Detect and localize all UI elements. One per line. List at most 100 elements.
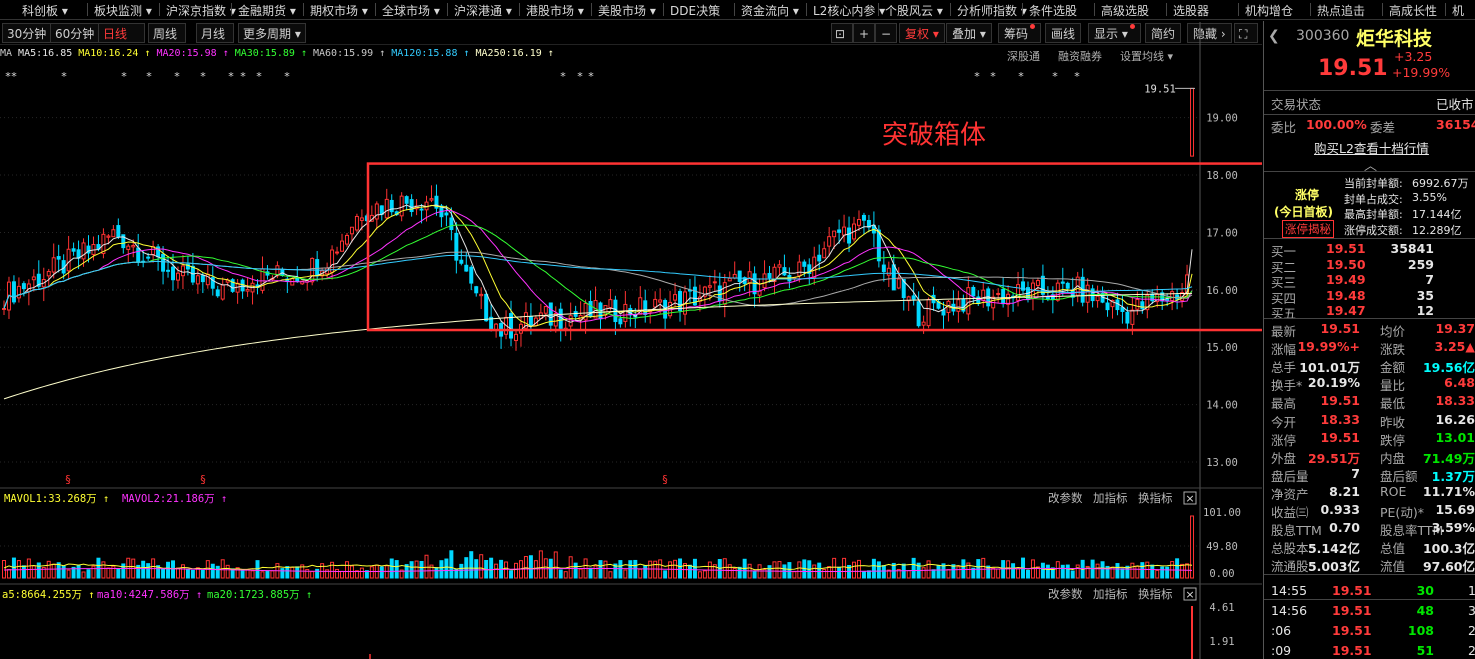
nav-item-19[interactable]: 高成长性 (1389, 2, 1437, 19)
candle-body (484, 293, 489, 322)
nav-item-20[interactable]: 机 (1452, 2, 1464, 19)
ma-label-1: MA5:16.85 (18, 48, 73, 59)
volume-bar (1160, 566, 1165, 579)
volume-bar (424, 554, 429, 579)
l2-link[interactable]: 购买L2查看十档行情 (1264, 138, 1475, 156)
volume-bar (171, 560, 175, 579)
star-marker: * (560, 70, 566, 83)
stat-row-2: 总手 101.01万 金额 19.56亿 (1271, 360, 1475, 376)
volume-bar (643, 565, 648, 579)
volume-bar (692, 558, 697, 579)
candle-body (479, 293, 484, 297)
candle-body (842, 226, 847, 236)
volume-bar (295, 566, 300, 579)
kline-chart[interactable]: 19.00 18.00 17.00 16.00 15.00 14.00 13.00 突破箱体 1… (0, 0, 1262, 659)
volume-bar (1060, 564, 1065, 579)
volume-bar (26, 558, 31, 579)
volume-bar (638, 568, 643, 579)
divider (1264, 171, 1475, 172)
volume-bar (1011, 563, 1016, 579)
stat-row-10: 收益㈢ 0.933 PE(动)* 15.69 (1271, 502, 1475, 520)
star-marker: * (228, 70, 234, 83)
volume-bar (1185, 563, 1190, 579)
candle-body (762, 273, 767, 289)
divider (1264, 318, 1475, 319)
volume-bar (1135, 565, 1140, 579)
volume-bar (514, 562, 518, 579)
volume-bar (653, 560, 658, 579)
volume-bar (419, 560, 424, 579)
stat-row-6: 涨停 19.51 跌停 13.01 (1271, 429, 1475, 448)
ma-tool-2[interactable]: 设置均线 ▾ (1120, 50, 1173, 63)
volume-bar (161, 568, 166, 579)
candle-body (568, 315, 573, 327)
ma-tool-1[interactable]: 融资融券 (1058, 50, 1102, 63)
vol-tick-label: 101.00 (1203, 507, 1241, 519)
close-icon[interactable]: × (1185, 588, 1194, 601)
star-marker: * (588, 70, 594, 83)
candle-body (136, 247, 141, 263)
volume-bar (663, 570, 668, 579)
candle-body (56, 256, 61, 260)
price-tick-label: 17.00 (1206, 227, 1238, 239)
indicator-legend-0: a5:8664.255万 ↑ (2, 589, 95, 601)
trade-status: 交易状态 已收市 (1271, 97, 1474, 112)
candle-body (827, 236, 832, 247)
volume-bar (792, 571, 797, 579)
volume-bar (106, 567, 111, 579)
candle-body (215, 289, 220, 297)
star-marker: * (240, 70, 246, 83)
candle-body (921, 321, 926, 326)
volume-bar (623, 569, 628, 579)
volume-bar (409, 561, 414, 579)
panel-button-2[interactable]: 换指标 (1138, 491, 1173, 505)
stat-row-13: 流通股 5.003亿 流值 97.60亿 (1271, 559, 1475, 575)
panel-button-1[interactable]: 加指标 (1093, 491, 1128, 505)
panel-button-2[interactable]: 换指标 (1138, 587, 1173, 601)
volume-bar (588, 567, 593, 579)
candle-body (330, 249, 335, 273)
panel-button-0[interactable]: 改参数 (1048, 587, 1083, 601)
candle-body (658, 299, 663, 303)
panel-button-0[interactable]: 改参数 (1048, 491, 1083, 505)
volume-bar (1006, 560, 1011, 579)
candle-body (608, 299, 613, 309)
panel-button-1[interactable]: 加指标 (1093, 587, 1128, 601)
candle-body (926, 298, 931, 327)
candle-body (822, 248, 827, 259)
volume-bar (1140, 562, 1145, 579)
candle-body (1060, 281, 1065, 284)
divider (1264, 238, 1475, 239)
volume-bar (956, 566, 961, 579)
ma-label-3: MA20:15.98 ↑ (156, 48, 229, 59)
volume-bar (509, 570, 514, 579)
divider (1264, 574, 1475, 575)
candle-body (444, 212, 449, 216)
candle-body (896, 278, 901, 289)
candle-body (623, 303, 628, 322)
star-marker: * (974, 70, 980, 83)
ma250-line (3, 292, 1193, 400)
volume-bar (46, 560, 51, 579)
candle-body (116, 225, 121, 238)
volume-bar (1016, 568, 1021, 579)
candle-body (856, 219, 861, 226)
star-marker: * (1018, 70, 1024, 83)
volume-bar (752, 570, 757, 579)
price-tick-label: 19.00 (1206, 113, 1238, 125)
candle-body (916, 301, 921, 327)
ma-tool-0[interactable]: 深股通 (1007, 50, 1040, 63)
volume-bar (146, 563, 151, 579)
candle-body (1190, 87, 1195, 157)
volume-bar (101, 561, 106, 579)
close-icon[interactable]: × (1185, 492, 1194, 505)
candle-body (802, 261, 807, 267)
nav-item-18[interactable]: 热点追击 (1317, 2, 1365, 19)
volume-bar (931, 569, 936, 579)
candle-body (1125, 311, 1130, 324)
candle-body (384, 198, 389, 219)
candle-body (847, 227, 852, 244)
volume-bar (822, 568, 827, 579)
ma-label-0: MA (0, 48, 13, 59)
volume-bar (1150, 564, 1155, 579)
